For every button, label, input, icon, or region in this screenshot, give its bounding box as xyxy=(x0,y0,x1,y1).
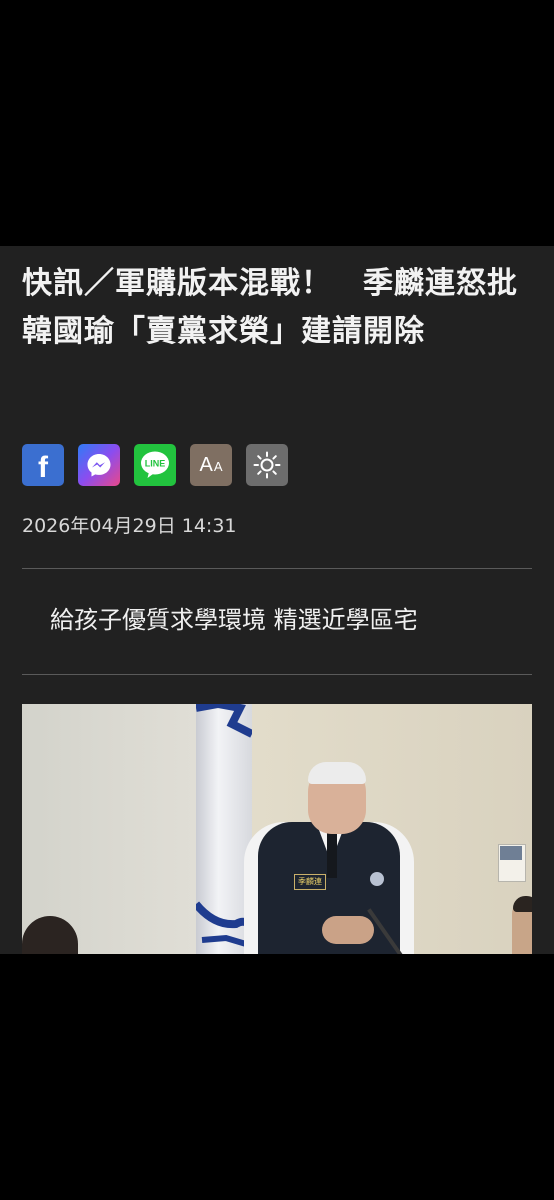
facebook-share-button[interactable]: f xyxy=(22,444,64,486)
svg-text:LINE: LINE xyxy=(145,459,166,469)
photo-emblem-badge xyxy=(370,872,384,886)
article-headline: 快訊／軍購版本混戰！ 季麟連怒批韓國瑜「賣黨求榮」建請開除 xyxy=(22,266,518,349)
photo-wall-sign-emblem xyxy=(500,846,522,860)
line-icon: LINE xyxy=(141,451,169,478)
photo-speaker-tie xyxy=(327,830,337,878)
share-toolbar: f LINE AA xyxy=(22,444,288,486)
photo-person-right-hair xyxy=(513,896,532,912)
messenger-icon xyxy=(87,454,111,477)
article-photo[interactable]: 季麟連 xyxy=(22,704,532,954)
divider-top xyxy=(22,568,532,569)
publish-date: 2026年04月29日 14:31 xyxy=(22,515,237,537)
brightness-button[interactable] xyxy=(246,444,288,486)
brightness-icon xyxy=(253,451,281,479)
font-size-icon: AA xyxy=(199,453,223,476)
divider-bottom xyxy=(22,674,532,675)
promo-link[interactable]: 給孩子優質求學環境 精選近學區宅 xyxy=(50,602,418,638)
messenger-share-button[interactable] xyxy=(78,444,120,486)
line-share-button[interactable]: LINE xyxy=(134,444,176,486)
article-screen: 快訊／軍購版本混戰！ 季麟連怒批韓國瑜「賣黨求榮」建請開除 f LINE AA xyxy=(0,246,554,954)
photo-speaker-hands xyxy=(322,916,374,944)
facebook-icon: f xyxy=(38,451,48,484)
photo-name-badge: 季麟連 xyxy=(294,874,326,890)
font-size-button[interactable]: AA xyxy=(190,444,232,486)
photo-speaker-hair xyxy=(308,762,366,784)
